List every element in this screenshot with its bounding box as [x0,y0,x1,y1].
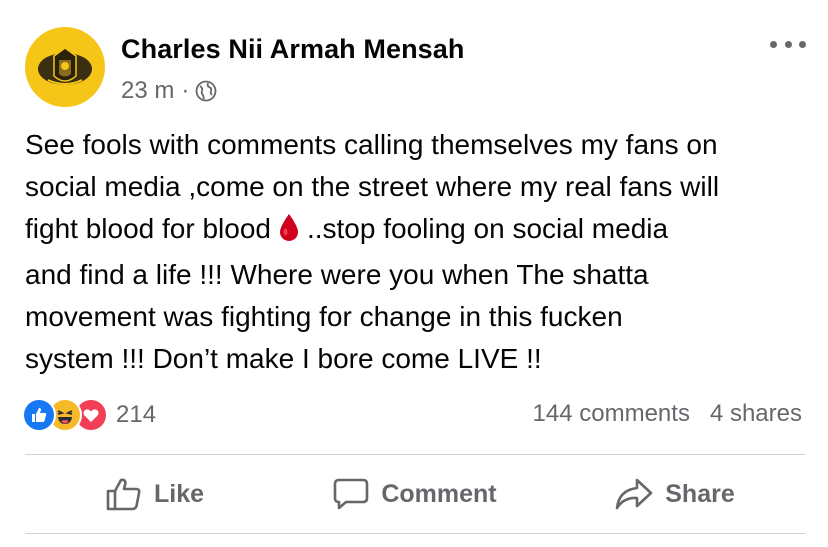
divider [25,454,805,455]
comment-label: Comment [381,479,497,508]
post-meta: 23 m · [121,77,217,105]
post-text-line: system !!! Don’t make I bore come LIVE !… [25,343,542,374]
comments-count[interactable]: 144 comments [533,400,690,428]
post-body: See fools with comments calling themselv… [25,124,815,380]
like-label: Like [153,479,205,508]
share-label: Share [665,479,735,508]
reactions-summary[interactable]: 214 [22,398,156,432]
reaction-icons [22,398,108,432]
engagement-counts: 144 comments 4 shares [533,400,802,428]
avatar[interactable] [25,27,105,107]
action-bar: Like Comment Share [25,456,805,532]
post-text-segment: fight blood for blood [25,213,271,244]
thumbs-up-icon [106,477,142,511]
share-button[interactable]: Share [545,456,805,532]
author-name[interactable]: Charles Nii Armah Mensah [121,34,465,65]
blood-drop-icon [277,212,301,254]
post-timestamp[interactable]: 23 m [121,77,174,105]
post-text-line: movement was fighting for change in this… [25,301,623,332]
crest-logo-icon [38,47,92,85]
reaction-count: 214 [116,401,157,428]
like-button[interactable]: Like [25,456,285,532]
like-reaction-icon [22,398,56,432]
share-arrow-icon [615,478,653,510]
shares-count[interactable]: 4 shares [710,400,802,428]
post-text-line: social media ,come on the street where m… [25,171,720,202]
comment-button[interactable]: Comment [285,456,545,532]
divider [25,533,805,534]
post-text-line: See fools with comments calling themselv… [25,129,718,160]
comment-bubble-icon [333,477,369,511]
facebook-post: Charles Nii Armah Mensah 23 m · See fool… [0,0,828,547]
post-text-line: fight blood for blood ..stop fooling on s… [25,208,815,254]
meta-separator: · [181,77,190,104]
post-text-segment: ..stop fooling on social media [306,213,669,244]
post-text-line: and find a life !!! Where were you when … [25,259,649,290]
globe-icon[interactable] [195,80,217,102]
more-options-icon[interactable] [770,34,806,54]
